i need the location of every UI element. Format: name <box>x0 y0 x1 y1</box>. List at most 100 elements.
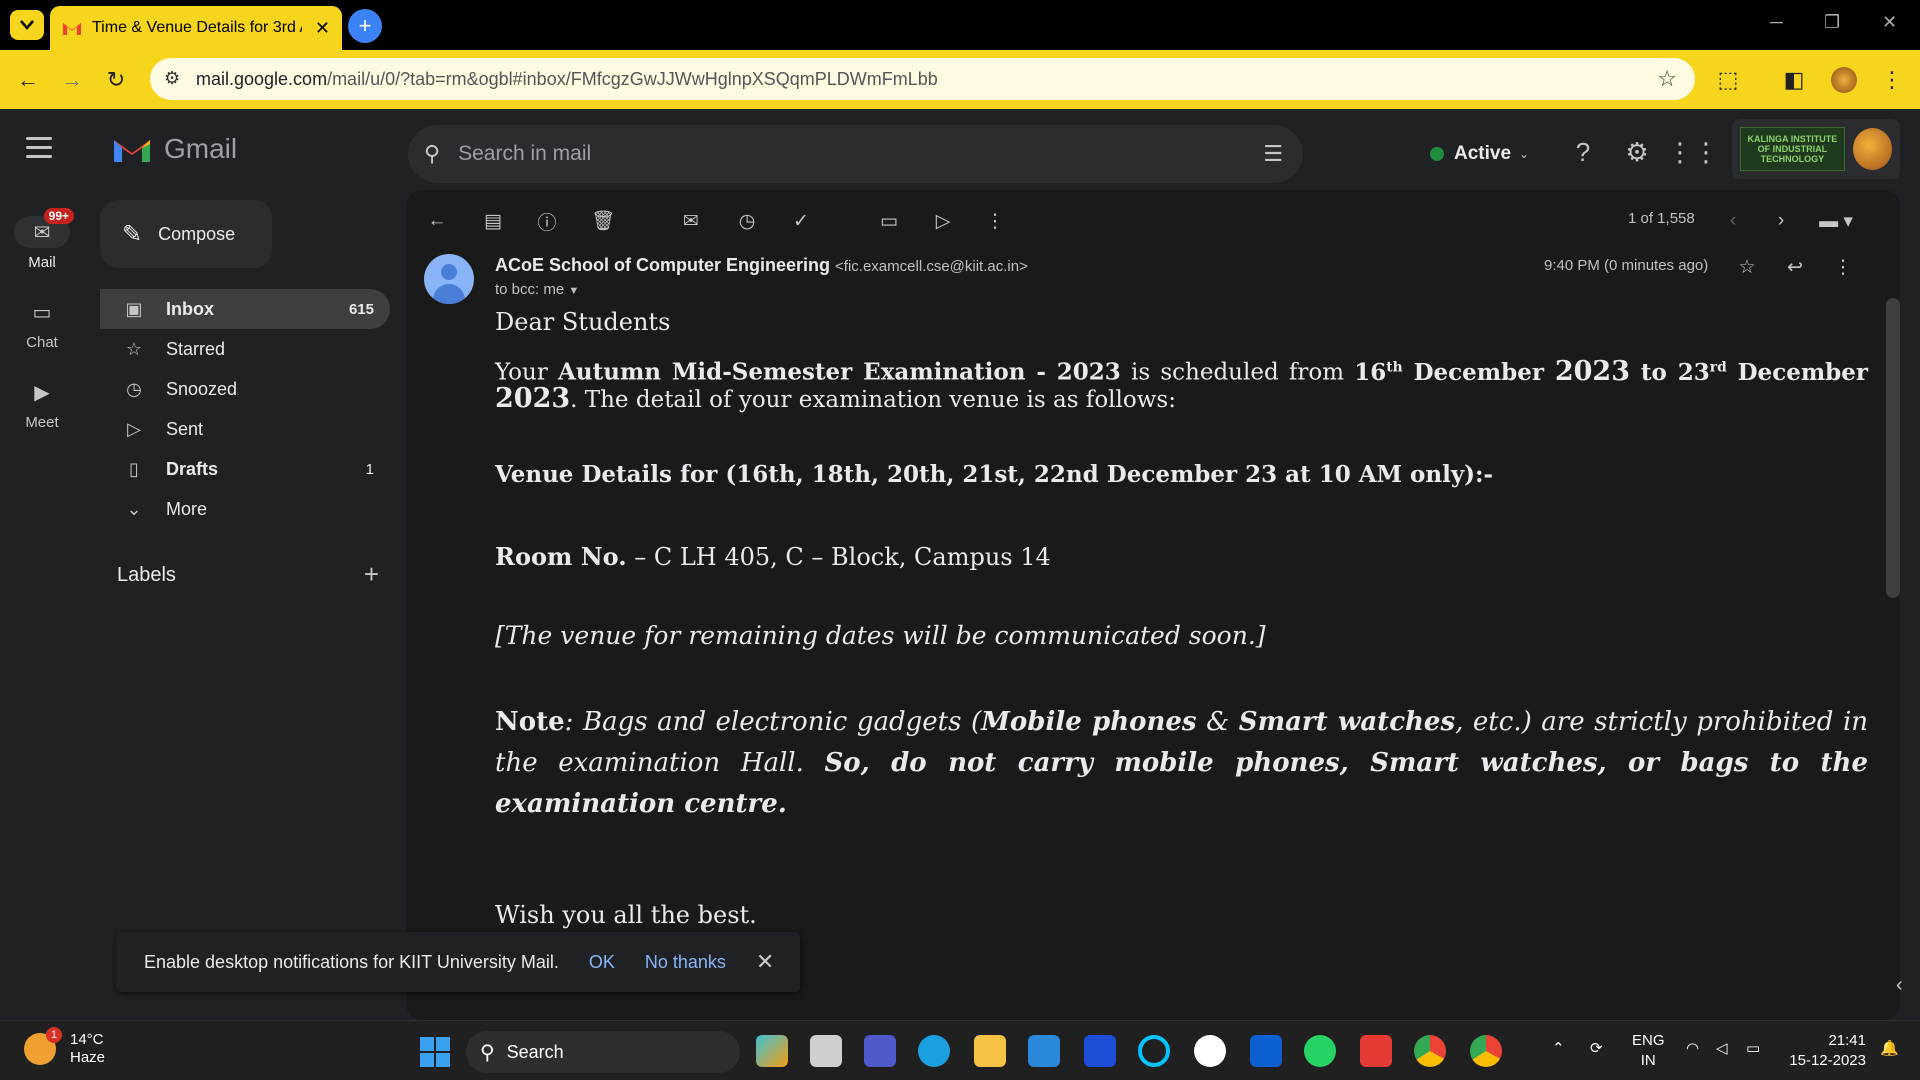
address-bar[interactable]: ⚙ mail.google.com/mail/u/0/?tab=rm&ogbl#… <box>150 58 1695 100</box>
compose-button[interactable]: ✎ Compose <box>100 200 272 268</box>
language-indicator[interactable]: ENG IN <box>1632 1031 1665 1071</box>
gmail-logo[interactable]: Gmail <box>112 133 237 165</box>
weather-widget[interactable]: 1 14°C Haze <box>24 1027 105 1067</box>
nav-item-inbox[interactable]: ▣ Inbox 615 <box>100 289 390 329</box>
tray-expand-icon[interactable]: ⌃ <box>1552 1039 1565 1059</box>
start-button[interactable] <box>420 1037 450 1067</box>
delete-icon[interactable]: 🗑 <box>590 208 616 234</box>
battery-icon[interactable]: ▭ <box>1746 1039 1760 1059</box>
edge-icon[interactable] <box>918 1035 950 1067</box>
new-tab-button[interactable]: + <box>348 9 382 43</box>
search-icon[interactable]: ⚲ <box>424 141 440 167</box>
minimize-icon[interactable]: ─ <box>1770 12 1783 33</box>
status-selector[interactable]: Active ⌄ <box>1412 131 1530 177</box>
reload-icon[interactable]: ↻ <box>102 66 130 94</box>
recipients-text: to bcc: me <box>495 281 565 298</box>
remote-app-icon[interactable] <box>1250 1035 1282 1067</box>
tab-close-icon[interactable]: ✕ <box>315 18 330 39</box>
restore-icon[interactable]: ❐ <box>1824 12 1840 33</box>
rail-mail[interactable]: ✉ 99+ Mail <box>0 208 84 271</box>
store-icon[interactable] <box>1028 1035 1060 1067</box>
nav-item-more[interactable]: ⌄ More <box>100 489 390 529</box>
notification-bell-icon[interactable]: 🔔 <box>1880 1039 1899 1059</box>
star-icon[interactable]: ☆ <box>1734 254 1760 280</box>
github-icon[interactable] <box>1194 1035 1226 1067</box>
sender-name[interactable]: ACoE School of Computer Engineering <box>495 255 830 275</box>
file-explorer-icon[interactable] <box>974 1035 1006 1067</box>
label-icon[interactable]: ▷ <box>930 208 956 234</box>
nav-item-starred[interactable]: ☆ Starred <box>100 329 390 369</box>
caret-down-icon[interactable]: ▼ <box>568 285 579 297</box>
search-bar[interactable]: ⚲ Search in mail ☰ <box>408 125 1303 183</box>
clock[interactable]: 21:41 15-12-2023 <box>1786 1031 1866 1071</box>
scrollbar[interactable] <box>1886 298 1900 598</box>
whatsapp-icon[interactable] <box>1304 1035 1336 1067</box>
input-tools-icon[interactable]: ▬ ▾ <box>1812 208 1860 234</box>
report-spam-icon[interactable]: ⓘ <box>534 208 560 234</box>
side-panel-toggle-icon[interactable]: ‹ <box>1896 974 1903 997</box>
clock-time: 21:41 <box>1828 1032 1866 1049</box>
apps-grid-icon[interactable]: ⋮⋮ <box>1667 135 1719 169</box>
mark-unread-icon[interactable]: ✉ <box>678 208 704 234</box>
site-info-icon[interactable]: ⚙ <box>164 68 180 89</box>
wifi-icon[interactable]: ◠ <box>1686 1039 1699 1059</box>
alexa-icon[interactable] <box>1138 1035 1170 1067</box>
newer-icon[interactable]: ‹ <box>1720 208 1746 234</box>
taskbar-search[interactable]: ⚲ Search <box>466 1031 740 1073</box>
b-app-icon[interactable] <box>1360 1035 1392 1067</box>
extensions-icon[interactable]: ⬚ <box>1714 66 1742 94</box>
message-more-icon[interactable]: ⋮ <box>1830 254 1856 280</box>
browser-title-bar: Time & Venue Details for 3rd A ✕ + ─ ❐ ✕ <box>0 0 1920 50</box>
nav-item-snoozed[interactable]: ◷ Snoozed <box>100 369 390 409</box>
close-icon[interactable]: ✕ <box>756 949 774 975</box>
status-dot-icon <box>1430 147 1444 161</box>
add-task-icon[interactable]: ✓ <box>788 208 814 234</box>
forward-icon[interactable]: → <box>58 66 86 94</box>
tab-search-button[interactable] <box>10 10 44 40</box>
snooze-icon[interactable]: ◷ <box>734 208 760 234</box>
account-switcher[interactable]: KALINGA INSTITUTE OF INDUSTRIAL TECHNOLO… <box>1732 119 1900 179</box>
move-to-icon[interactable]: ▭ <box>876 208 902 234</box>
sync-icon[interactable]: ⟳ <box>1590 1039 1603 1059</box>
task-view-icon[interactable] <box>810 1035 842 1067</box>
nav-label: Sent <box>166 418 204 439</box>
chrome-profile-icon[interactable] <box>1470 1035 1502 1067</box>
teams-icon[interactable] <box>864 1035 896 1067</box>
add-label-icon[interactable]: + <box>364 561 379 587</box>
chrome-icon[interactable] <box>1414 1035 1446 1067</box>
profile-avatar-icon[interactable] <box>1830 66 1858 94</box>
close-window-icon[interactable]: ✕ <box>1882 12 1897 33</box>
l-app-icon[interactable] <box>1084 1035 1116 1067</box>
search-options-icon[interactable]: ☰ <box>1263 141 1283 167</box>
side-panel-icon[interactable]: ◧ <box>1780 66 1808 94</box>
avatar[interactable] <box>1852 128 1892 170</box>
browser-menu-icon[interactable]: ⋮ <box>1878 66 1906 94</box>
no-thanks-button[interactable]: No thanks <box>645 952 726 973</box>
back-to-inbox-icon[interactable]: ← <box>424 208 450 234</box>
recipients-line[interactable]: to bcc: me ▼ <box>495 281 579 298</box>
schedule-paragraph: Your Autumn Mid-Semester Examination - 2… <box>495 354 1868 413</box>
url-host: mail.google.com <box>196 68 328 89</box>
text: is scheduled from <box>1120 359 1355 386</box>
search-input[interactable]: Search in mail <box>458 142 591 166</box>
older-icon[interactable]: › <box>1768 208 1794 234</box>
text: Mobile phones <box>981 706 1197 737</box>
help-icon[interactable]: ? <box>1566 135 1600 169</box>
archive-icon[interactable]: ▤ <box>480 208 506 234</box>
rail-meet[interactable]: ▶ Meet <box>0 376 84 432</box>
more-options-icon[interactable]: ⋮ <box>982 208 1008 234</box>
main-menu-icon[interactable] <box>26 137 52 164</box>
rail-mail-label: Mail <box>28 254 56 271</box>
nav-item-drafts[interactable]: ▯ Drafts 1 <box>100 449 390 489</box>
volume-icon[interactable]: ◁ <box>1716 1039 1728 1059</box>
ok-button[interactable]: OK <box>589 952 615 973</box>
nav-item-sent[interactable]: ▷ Sent <box>100 409 390 449</box>
settings-gear-icon[interactable]: ⚙ <box>1620 135 1654 169</box>
rail-chat[interactable]: ▭ Chat <box>0 296 84 352</box>
widgets-app-icon[interactable] <box>756 1035 788 1067</box>
sender-avatar[interactable] <box>424 254 474 304</box>
reply-icon[interactable]: ↩ <box>1782 254 1808 280</box>
back-icon[interactable]: ← <box>14 66 42 94</box>
bookmark-star-icon[interactable]: ☆ <box>1657 66 1677 92</box>
browser-tab[interactable]: Time & Venue Details for 3rd A ✕ <box>50 6 342 50</box>
